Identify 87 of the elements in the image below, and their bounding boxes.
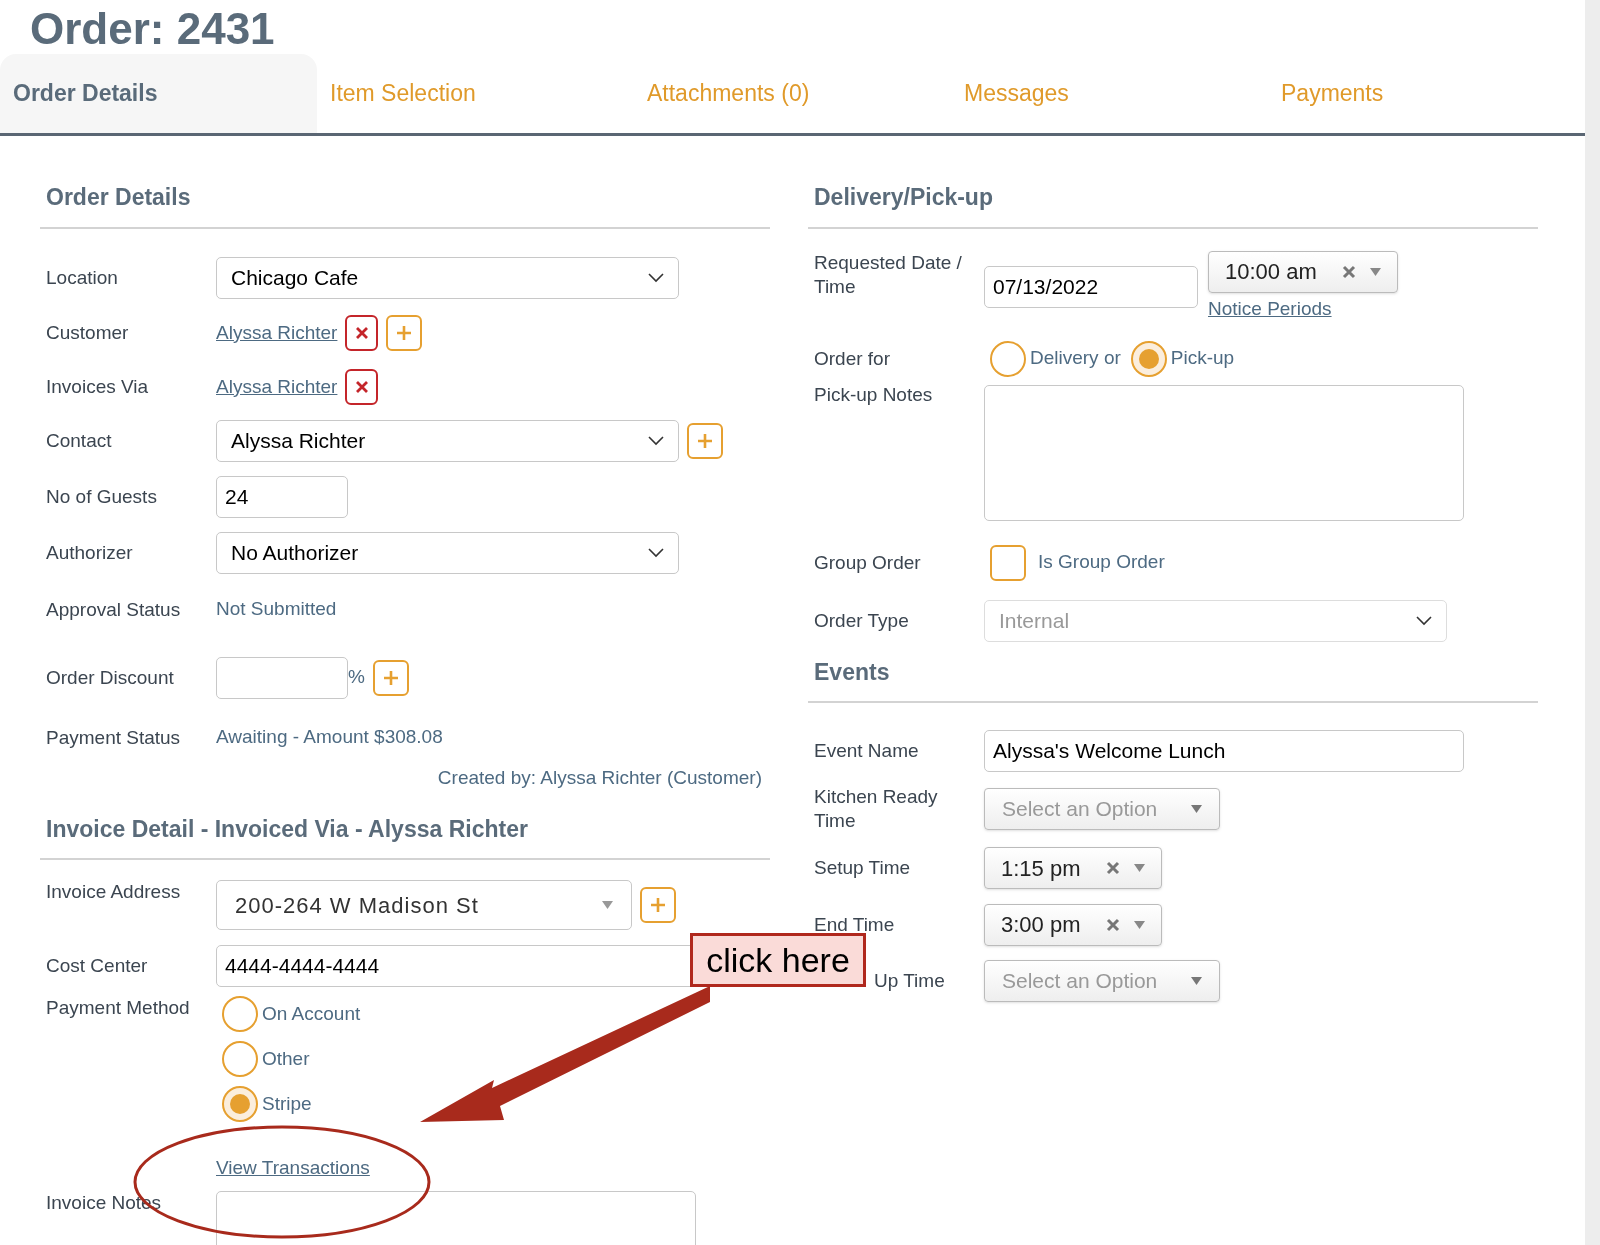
status-text: Awaiting - Amount $308.08 [216,725,443,750]
close-icon [1342,264,1356,279]
field-label: Authorizer [46,541,134,565]
scrollbar[interactable] [1585,0,1600,1245]
field-label: Kitchen Ready Time [814,785,939,833]
close-icon [1106,861,1120,875]
radio-button[interactable] [222,996,258,1032]
field-label: Invoice Address [46,880,182,904]
select-field[interactable]: Chicago Cafe [216,257,679,299]
field-label: Order Discount [46,665,175,690]
field-label: Payment Method [46,996,191,1020]
date-field[interactable]: 07/13/2022 [984,265,1198,308]
caret-down-icon [1191,977,1202,985]
customer-link[interactable]: Alyssa Richter [216,318,338,348]
field-label: Pick-up Notes [814,382,934,407]
caret-down-icon [602,901,613,909]
radio-label: Other [262,1046,310,1071]
field-label: Customer [46,321,130,345]
view-transactions-link[interactable]: View Transactions [216,1154,370,1183]
field-label: Invoices Via [46,375,150,399]
checkbox-label: Is Group Order [1038,550,1165,575]
tab[interactable]: Order Details [0,54,317,133]
caret-down-icon [1191,805,1202,813]
page-title: Order: 2431 [30,4,275,54]
section-heading: Order Details [46,184,191,210]
field-label: Group Order [814,550,922,575]
field-label: Event Name [814,739,920,763]
field-label: Order for [814,346,892,371]
time-select[interactable]: 1:15 pm [984,847,1162,889]
chevron-down-icon [648,273,664,283]
notice-periods-link[interactable]: Notice Periods [1208,294,1398,323]
field-label: Payment Status [46,725,182,750]
field-label: Cost Center [46,954,149,978]
checkbox[interactable] [990,544,1026,581]
status-text: Not Submitted [216,597,337,622]
address-select[interactable]: 200-264 W Madison St [216,880,632,930]
radio-label: On Account [262,1001,361,1026]
section-heading: Invoice Detail - Invoiced Via - Alyssa Richter [46,815,528,842]
field-label: Setup Time [814,856,912,880]
created-by-text: Created by: Alyssa Richter (Customer) [437,766,762,791]
caret-down-icon [1134,864,1145,872]
radio-button[interactable] [990,340,1026,377]
plus-icon [381,668,400,687]
field-label: Requested Date / Time [814,250,963,299]
notes-field[interactable] [984,384,1464,521]
field-label: Order Type [814,608,910,633]
select-field[interactable]: Alyssa Richter [216,420,679,462]
chevron-down-icon [648,548,664,558]
add-button[interactable] [640,887,676,923]
time-select[interactable]: 10:00 am [1208,250,1398,293]
input-field[interactable]: Alyssa's Welcome Lunch [984,730,1464,772]
caret-down-icon [1134,920,1145,929]
field-label: Approval Status [46,597,182,622]
plus-icon [395,324,414,342]
input-field[interactable] [216,656,348,699]
add-button[interactable] [372,659,409,696]
section-heading: Events [814,658,890,685]
customer-link[interactable]: Alyssa Richter [216,372,338,402]
radio-label: Stripe [262,1091,312,1116]
field-label: Contact [46,429,113,453]
callout-tooltip: click here [690,933,866,987]
radio-label: Delivery or [1030,346,1121,371]
close-icon [354,326,369,340]
add-button[interactable] [386,315,423,351]
close-icon [1106,917,1120,932]
time-select[interactable]: 3:00 pm [984,903,1162,946]
add-button[interactable] [687,423,723,459]
radio-label: Pick-up [1170,346,1235,371]
radio-button[interactable] [222,1086,258,1122]
order-type-select: Internal [984,599,1447,642]
caret-down-icon [1370,267,1381,276]
plus-icon [696,432,714,450]
radio-button[interactable] [1130,340,1167,377]
field-label: Location [46,266,119,290]
chevron-down-icon [1416,615,1432,626]
remove-button[interactable] [345,315,379,351]
field-label: Up Time [874,969,946,993]
select-field[interactable]: No Authorizer [216,532,679,574]
section-heading: Delivery/Pick-up [814,184,993,210]
chevron-down-icon [648,436,664,446]
close-icon [354,380,369,394]
percent-sign: % [348,665,365,690]
input-field[interactable]: 24 [216,475,348,518]
plus-icon [649,896,667,914]
remove-button[interactable] [345,369,379,405]
radio-button[interactable] [222,1041,258,1077]
field-label: No of Guests [46,484,158,509]
